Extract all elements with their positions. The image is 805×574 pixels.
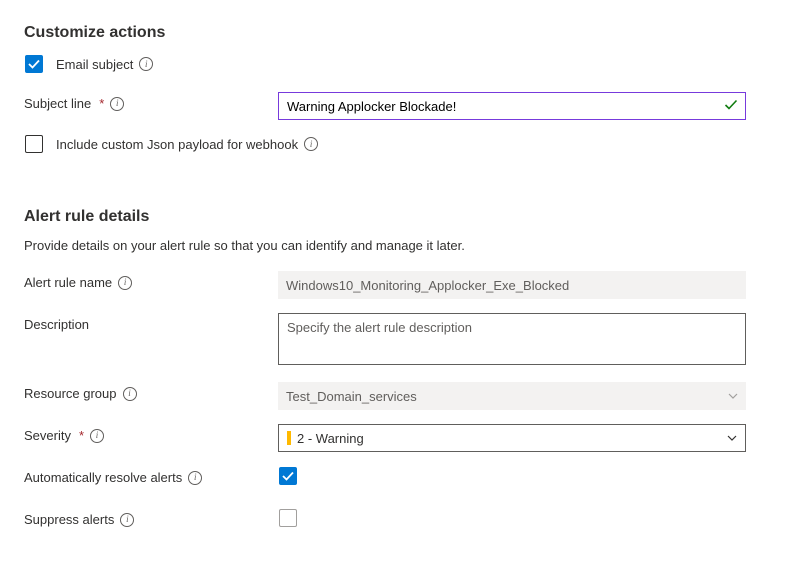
info-icon[interactable]: i <box>90 429 104 443</box>
subject-line-label: Subject line <box>24 96 91 111</box>
severity-label: Severity <box>24 428 71 443</box>
resource-group-label: Resource group <box>24 386 117 401</box>
include-json-label: Include custom Json payload for webhook <box>56 137 298 152</box>
description-label: Description <box>24 317 89 332</box>
severity-color-swatch <box>287 431 291 445</box>
alert-rule-name-input: Windows10_Monitoring_Applocker_Exe_Block… <box>278 271 746 299</box>
info-icon[interactable]: i <box>123 387 137 401</box>
email-subject-checkbox[interactable] <box>24 54 44 74</box>
info-icon[interactable]: i <box>110 97 124 111</box>
email-subject-label: Email subject <box>56 57 133 72</box>
include-json-row: Include custom Json payload for webhook … <box>24 134 781 154</box>
resource-group-value: Test_Domain_services <box>286 389 417 404</box>
customize-actions-heading: Customize actions <box>24 24 781 42</box>
include-json-checkbox[interactable] <box>24 134 44 154</box>
info-icon[interactable]: i <box>118 276 132 290</box>
info-icon[interactable]: i <box>139 57 153 71</box>
required-mark-icon: * <box>99 96 104 111</box>
info-icon[interactable]: i <box>304 137 318 151</box>
alert-rule-details-heading: Alert rule details <box>24 208 781 226</box>
info-icon[interactable]: i <box>120 513 134 527</box>
description-input[interactable] <box>278 313 746 365</box>
suppress-alerts-label: Suppress alerts <box>24 512 114 527</box>
required-mark-icon: * <box>79 428 84 443</box>
checkmark-icon <box>282 470 294 482</box>
chevron-down-icon <box>728 390 738 402</box>
alert-rule-details-intro: Provide details on your alert rule so th… <box>24 238 781 253</box>
auto-resolve-checkbox[interactable] <box>278 466 298 486</box>
subject-line-input[interactable] <box>278 92 746 120</box>
severity-select[interactable]: 2 - Warning <box>278 424 746 452</box>
checkmark-icon <box>28 58 40 70</box>
chevron-down-icon <box>727 432 737 444</box>
alert-rule-name-label: Alert rule name <box>24 275 112 290</box>
suppress-alerts-checkbox[interactable] <box>278 508 298 528</box>
severity-value: 2 - Warning <box>297 431 364 446</box>
auto-resolve-label: Automatically resolve alerts <box>24 470 182 485</box>
info-icon[interactable]: i <box>188 471 202 485</box>
email-subject-row: Email subject i <box>24 54 781 74</box>
resource-group-select: Test_Domain_services <box>278 382 746 410</box>
